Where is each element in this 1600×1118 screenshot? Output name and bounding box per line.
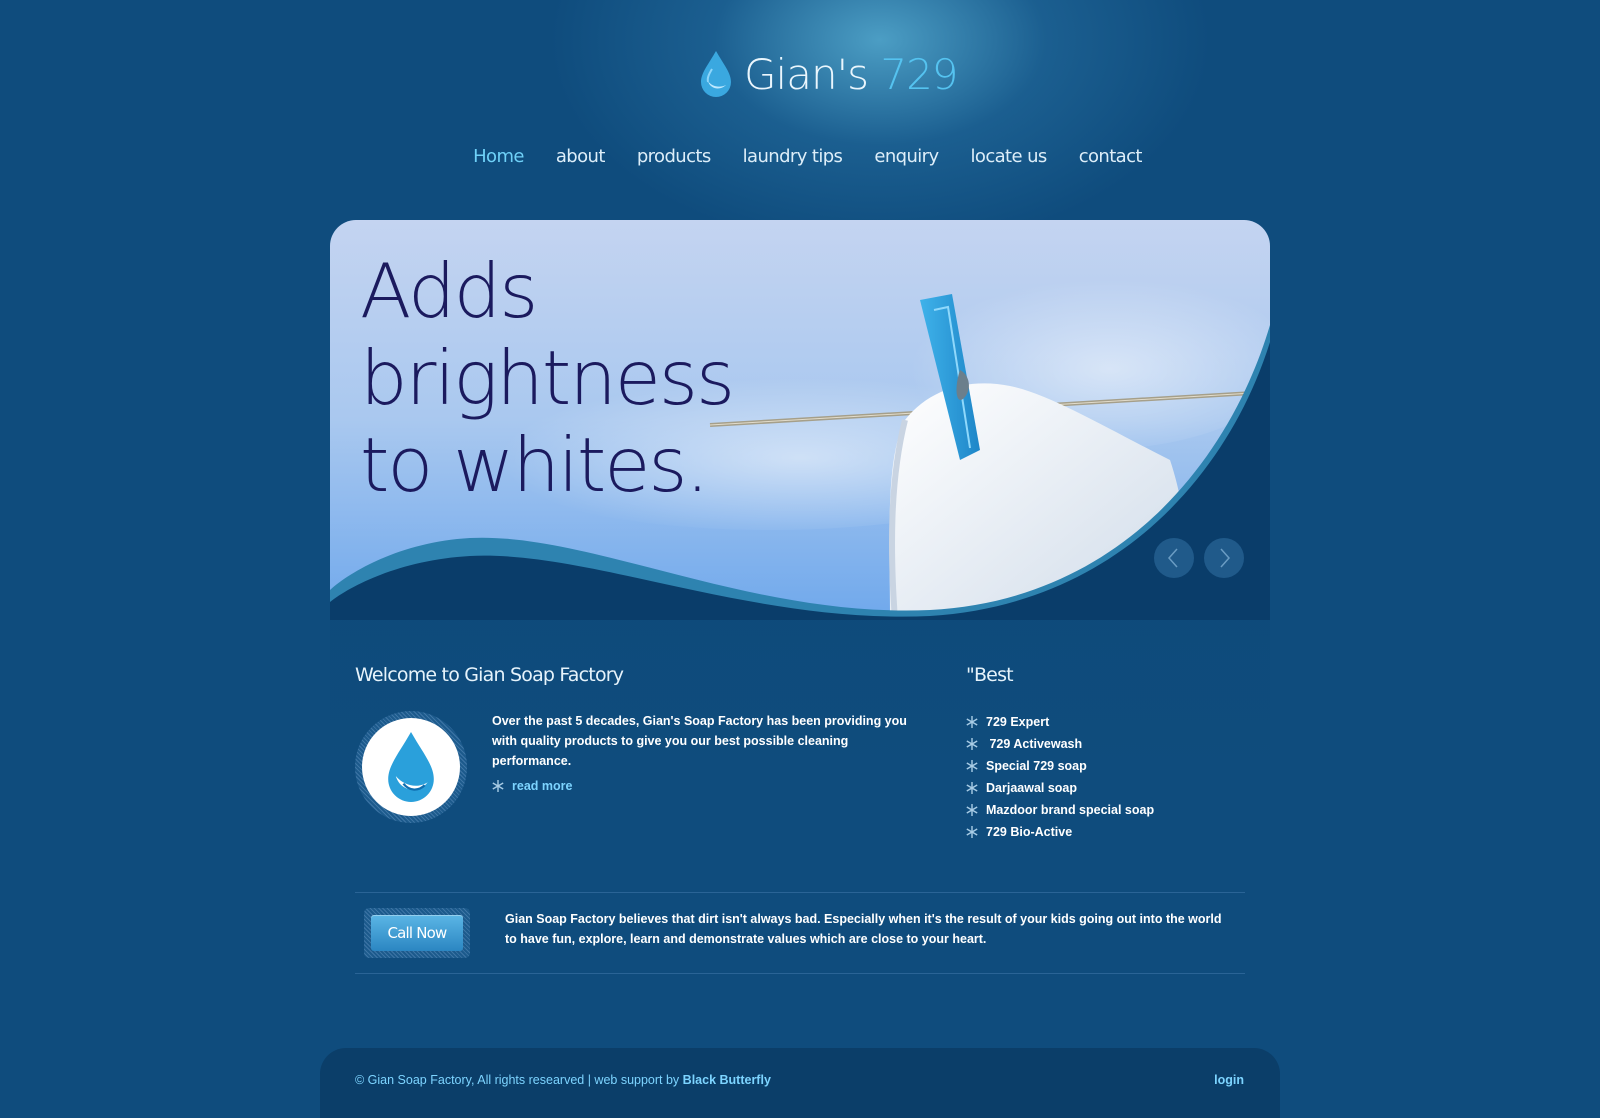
brand-name-main: Gian's [744, 49, 869, 99]
snowflake-bullet-icon [966, 804, 978, 816]
list-item-label: 729 Bio-Active [986, 825, 1073, 839]
snowflake-bullet-icon [966, 716, 978, 728]
divider [355, 973, 1245, 974]
list-item[interactable]: 729 Activewash [966, 733, 1154, 755]
products-list: 729 Expert 729 Activewash Special 729 so… [966, 711, 1154, 843]
snowflake-bullet-icon [966, 738, 978, 750]
snowflake-bullet-icon [966, 782, 978, 794]
brand-name-number: 729 [880, 49, 958, 99]
list-item-label: Special 729 soap [986, 759, 1087, 773]
footer: © Gian Soap Factory, All rights researve… [320, 1048, 1280, 1118]
footer-copyright: © Gian Soap Factory, All rights researve… [355, 1073, 771, 1087]
hero-headline-line: to whites. [360, 421, 709, 509]
snowflake-bullet-icon [966, 760, 978, 772]
list-item-label: Darjaawal soap [986, 781, 1078, 795]
nav-enquiry[interactable]: enquiry [874, 146, 939, 167]
slider-prev-button[interactable] [1154, 538, 1194, 578]
list-item[interactable]: 729 Expert [966, 711, 1154, 733]
list-item[interactable]: Darjaawal soap [966, 777, 1154, 799]
credit-link[interactable]: Black Butterfly [683, 1073, 771, 1087]
main-nav: Home about products laundry tips enquiry… [0, 146, 1600, 167]
arrow-left-icon [1167, 548, 1178, 568]
divider [355, 892, 1245, 893]
hero-slide: Adds brightness to whites. [330, 220, 1270, 620]
read-more-link[interactable]: read more [492, 779, 572, 793]
nav-about[interactable]: about [556, 146, 606, 167]
call-now-button[interactable]: Call Now [371, 915, 463, 951]
best-title: "Best [966, 664, 1014, 686]
nav-products[interactable]: products [637, 146, 711, 167]
list-item[interactable]: Mazdoor brand special soap [966, 799, 1154, 821]
welcome-logo-badge [355, 711, 467, 823]
list-item-label: 729 Expert [986, 715, 1050, 729]
nav-home[interactable]: Home [473, 146, 524, 167]
promo-text: Gian Soap Factory believes that dirt isn… [505, 912, 1222, 946]
welcome-title: Welcome to Gian Soap Factory [355, 664, 624, 686]
snowflake-bullet-icon [492, 780, 504, 792]
list-item[interactable]: 729 Bio-Active [966, 821, 1154, 843]
list-item-label: Mazdoor brand special soap [986, 803, 1155, 817]
list-item-label: 729 Activewash [986, 737, 1083, 751]
copyright-text: © Gian Soap Factory, All rights researve… [355, 1073, 680, 1087]
hero-headline-line: brightness [360, 334, 735, 422]
nav-contact[interactable]: contact [1079, 146, 1143, 167]
logo[interactable]: Gian's 729 [698, 48, 959, 100]
call-now-frame: Call Now [364, 908, 470, 958]
brand-name: Gian's 729 [744, 49, 959, 99]
snowflake-bullet-icon [966, 826, 978, 838]
read-more-label: read more [512, 779, 573, 793]
water-drop-icon [388, 732, 434, 802]
nav-laundry-tips[interactable]: laundry tips [743, 146, 843, 167]
login-link[interactable]: login [1214, 1073, 1244, 1087]
nav-locate-us[interactable]: locate us [971, 146, 1048, 167]
water-drop-icon [701, 51, 731, 97]
content-panel: Adds brightness to whites. [330, 220, 1270, 780]
welcome-text: Over the past 5 decades, Gian's Soap Fac… [492, 714, 907, 768]
hero-headline: Adds brightness to whites. [360, 248, 820, 509]
list-item[interactable]: Special 729 soap [966, 755, 1154, 777]
hero-headline-line: Adds [360, 247, 538, 335]
slider-next-button[interactable] [1204, 538, 1244, 578]
arrow-right-icon [1220, 548, 1231, 568]
